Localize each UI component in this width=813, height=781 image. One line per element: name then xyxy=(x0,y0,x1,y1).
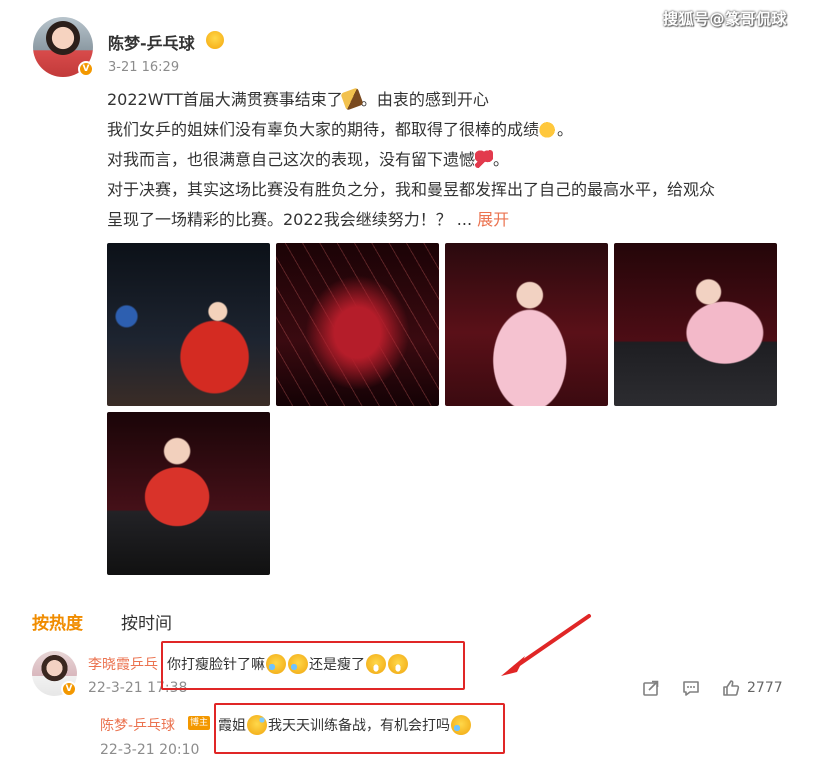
post-image-player-table[interactable] xyxy=(614,243,777,406)
like-button[interactable]: 2777 xyxy=(721,678,783,698)
verified-badge-icon: V xyxy=(61,681,77,697)
tab-sort-time[interactable]: 按时间 xyxy=(121,609,172,634)
commenter-name[interactable]: 李晓霞乒乓 xyxy=(88,654,158,674)
post-timestamp[interactable]: 3-21 16:29 xyxy=(108,60,179,75)
share-icon xyxy=(643,680,659,696)
heart-emoji-icon xyxy=(475,150,494,168)
post-text-line-1: 2022WTT首届大满贯赛事结束了 。由衷的感到开心 xyxy=(107,86,489,111)
post-image-arena[interactable] xyxy=(276,243,439,406)
heart-eyes-emoji-icon xyxy=(206,31,224,49)
verified-badge-icon: V xyxy=(78,61,94,77)
tab-sort-hot[interactable]: 按热度 xyxy=(32,609,83,634)
share-button[interactable] xyxy=(641,678,661,698)
like-count: 2777 xyxy=(747,680,783,696)
expand-link[interactable]: 展开 xyxy=(477,210,509,229)
like-icon xyxy=(723,680,740,696)
comment-button[interactable] xyxy=(681,678,701,698)
annotation-box-comment xyxy=(161,641,465,690)
annotation-arrow xyxy=(501,614,591,676)
reply-timestamp: 22-3-21 20:10 xyxy=(100,742,200,758)
post-text-line-4: 对于决赛，其实这场比赛没有胜负之分，我和曼昱都发挥出了自己的最高水平，给观众 xyxy=(107,180,716,199)
post-image-player-pink[interactable] xyxy=(445,243,608,406)
author-name[interactable]: 陈梦-乒乓球 xyxy=(108,30,195,54)
annotation-box-reply xyxy=(214,703,505,754)
thumbs-up-emoji-icon xyxy=(539,120,558,138)
comment-icon xyxy=(683,681,699,696)
post-text-line-3: 对我而言，也很满意自己这次的表现，没有留下遗憾。 xyxy=(107,150,510,169)
post-image-player-red[interactable] xyxy=(107,412,270,575)
post-text-line-5: 呈现了一场精彩的比赛。2022我会继续努力！？ ... 展开 xyxy=(107,210,510,229)
post-text-line-2: 我们女乒的姐妹们没有辜负大家的期待，都取得了很棒的成绩。 xyxy=(107,120,574,139)
post-image-trophy[interactable] xyxy=(107,243,270,406)
reply-author-name[interactable]: 陈梦-乒乓球 xyxy=(100,715,175,735)
author-tag-badge: 博主 xyxy=(188,716,211,730)
watermark: 搜狐号@篆哥侃球 xyxy=(663,10,788,28)
